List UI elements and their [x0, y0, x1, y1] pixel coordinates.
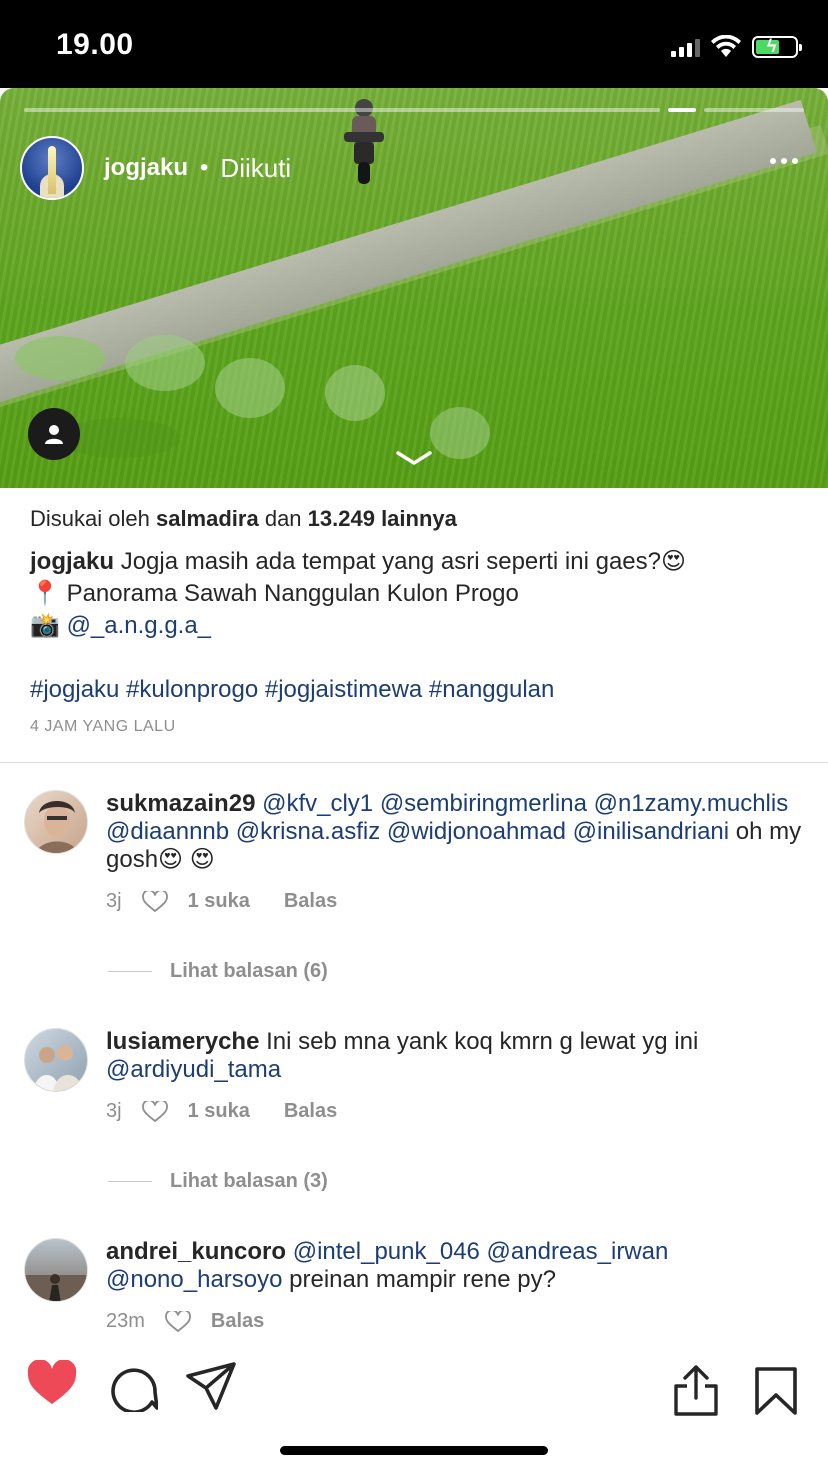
more-dots-icon[interactable]	[770, 158, 798, 164]
comment-mention[interactable]: @ardiyudi_tama	[106, 1056, 281, 1083]
post-time: 4 JAM YANG LALU	[30, 718, 176, 735]
commenter-avatar[interactable]	[24, 1238, 88, 1302]
heart-outline-icon[interactable]	[141, 1100, 168, 1123]
heart-outline-icon[interactable]	[141, 890, 168, 913]
commenter-username[interactable]: andrei_kuncoro	[106, 1238, 286, 1265]
author-avatar[interactable]	[20, 136, 84, 200]
view-replies[interactable]: Lihat balasan (6)	[108, 960, 328, 983]
send-paper-plane-icon[interactable]	[186, 1360, 238, 1412]
heart-filled-icon[interactable]	[26, 1360, 78, 1408]
commenter-avatar[interactable]	[24, 790, 88, 854]
home-indicator[interactable]	[280, 1446, 548, 1455]
post-caption: jogjaku Jogja masih ada tempat yang asri…	[30, 546, 810, 706]
action-bar	[0, 1360, 828, 1424]
caption-mention[interactable]: @_a.n.g.g.a_	[67, 612, 211, 639]
comment-text: andrei_kuncoro @intel_punk_046 @andreas_…	[106, 1238, 669, 1293]
divider	[0, 762, 828, 763]
likes-count[interactable]: 13.249 lainnya	[308, 506, 457, 531]
pin-emoji: 📍	[30, 580, 60, 607]
header-separator: •	[200, 154, 209, 181]
post-media[interactable]: jogjaku • Diikuti	[0, 88, 828, 488]
post-header: jogjaku • Diikuti	[20, 136, 291, 200]
bookmark-icon[interactable]	[754, 1366, 798, 1416]
author-username[interactable]: jogjaku	[104, 154, 188, 182]
comment-mention[interactable]: @nono_harsoyo	[106, 1266, 282, 1293]
comment-likes[interactable]: 1 suka	[188, 1100, 250, 1123]
commenter-username[interactable]: sukmazain29	[106, 790, 255, 817]
caption-location: Panorama Sawah Nanggulan Kulon Progo	[66, 580, 519, 607]
comment-likes[interactable]: 1 suka	[188, 890, 250, 913]
follow-status[interactable]: Diikuti	[220, 153, 291, 184]
comment-mentions[interactable]: @intel_punk_046 @andreas_irwan	[293, 1238, 669, 1265]
likes-summary[interactable]: Disukai oleh salmadira dan 13.249 lainny…	[30, 506, 457, 532]
comment-bubble-icon[interactable]	[108, 1360, 158, 1412]
chevron-down-icon[interactable]	[396, 450, 432, 466]
comment-text: sukmazain29 @kfv_cly1 @sembiringmerlina …	[106, 790, 802, 873]
heart-outline-icon[interactable]	[165, 1310, 191, 1333]
battery-charging-icon: ϟ	[752, 36, 802, 58]
liker-username[interactable]: salmadira	[156, 506, 259, 531]
camera-emoji: 📸	[30, 612, 60, 639]
story-progress	[24, 108, 804, 112]
comment-meta: 3j 1 suka Balas	[106, 1100, 337, 1123]
commenter-username[interactable]: lusiameryche	[106, 1028, 259, 1055]
signal-bars-icon	[671, 37, 700, 57]
view-replies[interactable]: Lihat balasan (3)	[108, 1170, 328, 1193]
status-time: 19.00	[56, 28, 134, 61]
comment-meta: 23m Balas	[106, 1310, 264, 1333]
reply-button[interactable]: Balas	[284, 890, 337, 913]
comment-text: lusiameryche Ini seb mna yank koq kmrn g…	[106, 1028, 699, 1083]
caption-text: Jogja masih ada tempat yang asri seperti…	[120, 548, 661, 575]
status-icons: ϟ	[671, 32, 802, 62]
wifi-icon	[711, 35, 741, 57]
caption-hashtags[interactable]: #jogjaku #kulonprogo #jogjaistimewa #nan…	[30, 674, 810, 706]
reply-button[interactable]: Balas	[284, 1100, 337, 1123]
reply-button[interactable]: Balas	[211, 1310, 264, 1333]
heart-eyes-emoji: 😍 😍	[158, 846, 215, 873]
heart-eyes-emoji: 😍	[661, 548, 687, 575]
comment-time: 3j	[106, 890, 122, 912]
comment-time: 23m	[106, 1310, 145, 1332]
share-upload-icon[interactable]	[672, 1364, 720, 1416]
person-tag-icon[interactable]	[28, 408, 80, 460]
status-bar: 19.00 ϟ	[0, 0, 828, 88]
comment-meta: 3j 1 suka Balas	[106, 890, 337, 913]
caption-username[interactable]: jogjaku	[30, 548, 114, 575]
commenter-avatar[interactable]	[24, 1028, 88, 1092]
comment-time: 3j	[106, 1100, 122, 1122]
